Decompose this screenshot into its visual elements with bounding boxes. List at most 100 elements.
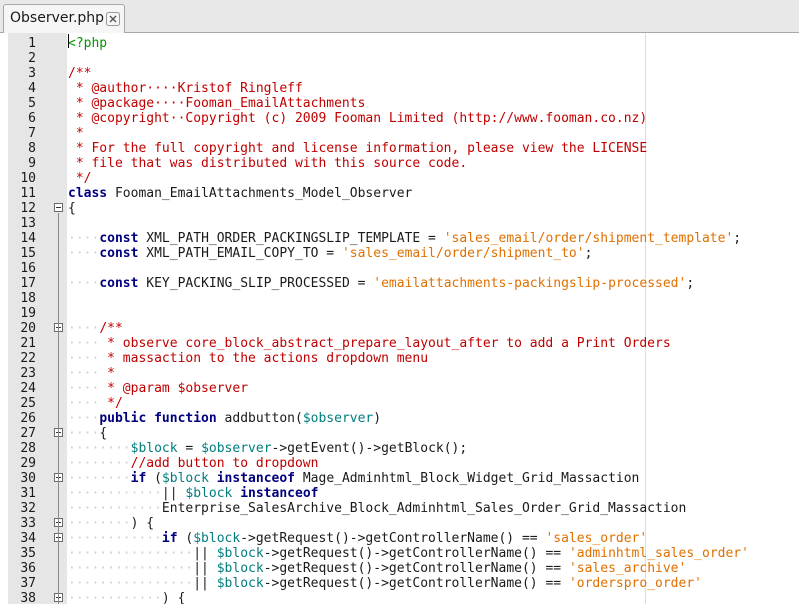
code-line[interactable]: 36 ················|| $block->getRequest(… <box>0 561 799 576</box>
code-line[interactable]: 13 <box>0 216 799 231</box>
code-line[interactable]: 11 class Fooman_EmailAttachments_Model_Ob… <box>0 186 799 201</box>
code-token: Fooman_EmailAttachments_Model_Observer <box>107 186 413 201</box>
code-line[interactable]: 1 <?php <box>0 36 799 51</box>
code-line[interactable]: 26 ····public function addbutton($observe… <box>0 411 799 426</box>
line-code: ···· */ <box>68 396 123 411</box>
code-line[interactable]: 31 ············|| $block instanceof <box>0 486 799 501</box>
code-line[interactable]: 12 { <box>0 201 799 216</box>
line-code: ········if ($block instanceof Mage_Admin… <box>68 471 639 486</box>
code-token: ········ <box>68 441 131 456</box>
code-token: const <box>99 231 139 246</box>
code-token: ···· <box>68 321 100 336</box>
code-line[interactable]: 10 */ <box>0 171 799 186</box>
code-line[interactable]: 18 <box>0 291 799 306</box>
code-line[interactable]: 24 ···· * @param $observer <box>0 381 799 396</box>
code-line[interactable]: 5 * @package····Fooman_EmailAttachments <box>0 96 799 111</box>
code-line[interactable]: 37 ················|| $block->getRequest(… <box>0 576 799 591</box>
line-number: 20 <box>20 321 36 336</box>
code-line[interactable]: 7 * <box>0 126 799 141</box>
code-line[interactable]: 35 ················|| $block->getRequest(… <box>0 546 799 561</box>
line-code: ····const XML_PATH_ORDER_PACKINGSLIP_TEM… <box>68 231 741 246</box>
line-code: ········//add button to dropdown <box>68 456 318 471</box>
code-token: ···· <box>68 396 100 411</box>
code-line[interactable]: 22 ···· * massaction to the actions dropd… <box>0 351 799 366</box>
code-token: KEY_PACKING_SLIP_PROCESSED = <box>138 276 374 291</box>
code-line[interactable]: 30 ········if ($block instanceof Mage_Adm… <box>0 471 799 486</box>
code-line[interactable]: 14 ····const XML_PATH_ORDER_PACKINGSLIP_T… <box>0 231 799 246</box>
code-token: <?php <box>68 36 108 51</box>
file-tab[interactable]: Observer.php <box>3 4 125 33</box>
code-token: * @copyright··Copyright (c) 2009 Fooman … <box>68 111 648 126</box>
code-line[interactable]: 16 <box>0 261 799 276</box>
code-token: ···· <box>68 231 100 246</box>
code-line[interactable]: 28 ········$block = $observer->getEvent()… <box>0 441 799 456</box>
code-token: ···· <box>68 276 100 291</box>
code-line[interactable]: 20 ····/** <box>0 321 799 336</box>
code-line[interactable]: 29 ········//add button to dropdown <box>0 456 799 471</box>
line-code: ···· * @param $observer <box>68 381 248 396</box>
line-number: 24 <box>20 381 36 396</box>
code-line[interactable]: 4 * @author····Kristof Ringleff <box>0 81 799 96</box>
line-number: 2 <box>28 51 36 66</box>
code-line[interactable]: 19 <box>0 306 799 321</box>
line-number: 13 <box>20 216 36 231</box>
code-line[interactable]: 3 /** <box>0 66 799 81</box>
code-token: ; <box>733 231 742 246</box>
code-token: ············ <box>68 486 162 501</box>
line-code: ···· * observe core_block_abstract_prepa… <box>68 336 671 351</box>
line-code: ···· * <box>68 366 115 381</box>
code-line[interactable]: 15 ····const XML_PATH_EMAIL_COPY_TO = 'sa… <box>0 246 799 261</box>
code-token: ( <box>146 471 162 486</box>
code-token: ···· <box>68 381 100 396</box>
code-token: ; <box>584 246 593 261</box>
code-token: ········ <box>68 516 131 531</box>
code-token: addbutton( <box>216 411 303 426</box>
code-token: $block <box>161 471 209 486</box>
code-line[interactable]: 23 ···· * <box>0 366 799 381</box>
code-token: ············ <box>68 531 162 546</box>
line-number: 23 <box>20 366 36 381</box>
code-line[interactable]: 21 ···· * observe core_block_abstract_pre… <box>0 336 799 351</box>
line-code: ············) { <box>68 591 185 604</box>
code-token: ···· <box>68 411 100 426</box>
line-number: 1 <box>28 36 36 51</box>
code-token: ············ <box>68 591 162 604</box>
code-token: class <box>68 186 108 201</box>
code-token: 'sales_archive' <box>568 561 687 576</box>
code-token: ···· <box>68 246 100 261</box>
code-line[interactable]: 27 ····{ <box>0 426 799 441</box>
code-line[interactable]: 2 <box>0 51 799 66</box>
line-number: 3 <box>28 66 36 81</box>
code-line[interactable]: 25 ···· */ <box>0 396 799 411</box>
code-line[interactable]: 17 ····const KEY_PACKING_SLIP_PROCESSED =… <box>0 276 799 291</box>
line-code: ····public function addbutton($observer) <box>68 411 381 426</box>
line-number: 11 <box>20 186 36 201</box>
code-token: * observe core_block_abstract_prepare_la… <box>99 336 671 351</box>
line-number: 29 <box>20 456 36 471</box>
line-number: 37 <box>20 576 36 591</box>
fold-toggle-icon[interactable] <box>54 203 63 212</box>
line-number: 25 <box>20 396 36 411</box>
line-number: 5 <box>28 96 36 111</box>
line-code: ····const XML_PATH_EMAIL_COPY_TO = 'sale… <box>68 246 592 261</box>
line-number: 8 <box>28 141 36 156</box>
code-token: ···· <box>68 366 100 381</box>
code-token: if <box>130 471 147 486</box>
line-code: * @author····Kristof Ringleff <box>68 81 303 96</box>
code-line[interactable]: 33 ········) { <box>0 516 799 531</box>
line-number: 18 <box>20 291 36 306</box>
code-line[interactable]: 9 * file that was distributed with this … <box>0 156 799 171</box>
code-token: ->getRequest()->getControllerName() == <box>263 576 569 591</box>
code-line[interactable]: 8 * For the full copyright and license i… <box>0 141 799 156</box>
code-editor[interactable]: 1 <?php 2 3/** 4 * @author····Kristof Ringle… <box>0 33 799 604</box>
line-code: ············if ($block->getRequest()->ge… <box>68 531 647 546</box>
code-token: = <box>177 441 202 456</box>
code-line[interactable]: 34 ············if ($block->getRequest()->… <box>0 531 799 546</box>
code-line[interactable]: 6 * @copyright··Copyright (c) 2009 Fooma… <box>0 111 799 126</box>
code-token: ···· <box>68 336 100 351</box>
close-icon[interactable] <box>106 12 120 26</box>
code-token: * @author····Kristof Ringleff <box>68 81 303 96</box>
code-line[interactable]: 38 ············) { <box>0 591 799 604</box>
code-line[interactable]: 32 ············Enterprise_SalesArchive_Bl… <box>0 501 799 516</box>
line-code: * For the full copyright and license inf… <box>68 141 647 156</box>
